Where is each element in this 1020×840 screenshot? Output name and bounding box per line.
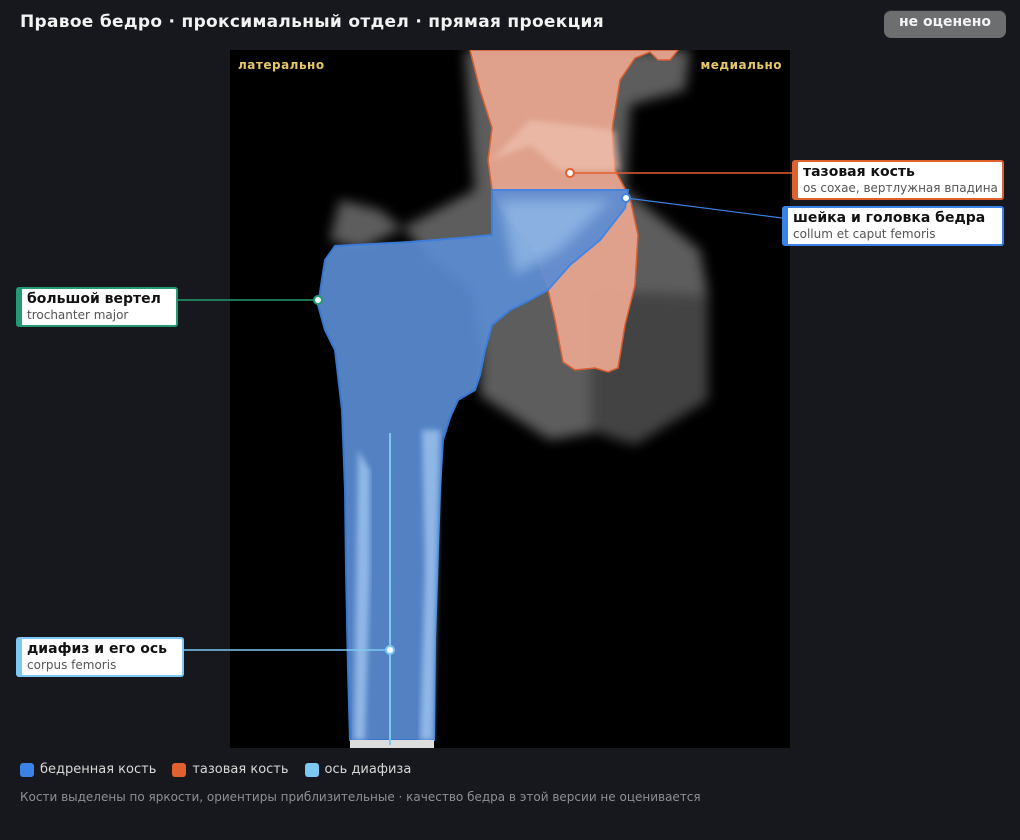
xray-image <box>316 50 708 748</box>
legend-label-femur: бедренная кость <box>40 762 157 777</box>
callout-shaft-title: диафиз и его ось <box>27 641 168 657</box>
callout-neck-subtitle: collum et caput femoris <box>793 227 936 241</box>
callout-pelvis-title: тазовая кость <box>803 164 915 180</box>
callout-femoral-shaft[interactable]: диафиз и его ось corpus femoris <box>16 637 184 677</box>
callout-shaft-subtitle: corpus femoris <box>27 658 117 672</box>
orientation-medial-label: медиально <box>700 58 782 72</box>
callout-trochanter-title: большой вертел <box>27 291 161 307</box>
callout-trochanter-subtitle: trochanter major <box>27 308 129 322</box>
legend-item-femur[interactable]: бедренная кость <box>20 762 156 777</box>
callout-neck-title: шейка и головка бедра <box>793 210 986 226</box>
callout-pelvis-subtitle: os coxae, вертлужная впадина <box>803 181 998 195</box>
legend: бедренная кость тазовая кость ось диафиз… <box>20 762 411 777</box>
footnote: Кости выделены по яркости, ориентиры при… <box>20 790 701 804</box>
status-badge[interactable]: не оценено <box>884 10 1006 38</box>
callout-femoral-neck[interactable]: шейка и головка бедра collum et caput fe… <box>782 206 1004 246</box>
xray-image-panel[interactable]: латерально медиально <box>230 50 790 748</box>
legend-swatch-pelvis <box>172 762 187 777</box>
page-title: Правое бедро · проксимальный отдел · пря… <box>20 12 604 32</box>
legend-swatch-shaft-axis <box>304 762 319 777</box>
callout-pelvis[interactable]: тазовая кость os coxae, вертлужная впади… <box>792 160 1004 200</box>
orientation-lateral-label: латерально <box>238 58 325 72</box>
legend-swatch-femur <box>20 762 34 777</box>
legend-item-pelvis[interactable]: тазовая кость <box>172 762 289 777</box>
legend-label-pelvis: тазовая кость <box>192 762 289 777</box>
legend-label-shaft-axis: ось диафиза <box>324 762 412 777</box>
callout-greater-trochanter[interactable]: большой вертел trochanter major <box>16 287 178 327</box>
legend-item-shaft-axis[interactable]: ось диафиза <box>304 762 412 777</box>
